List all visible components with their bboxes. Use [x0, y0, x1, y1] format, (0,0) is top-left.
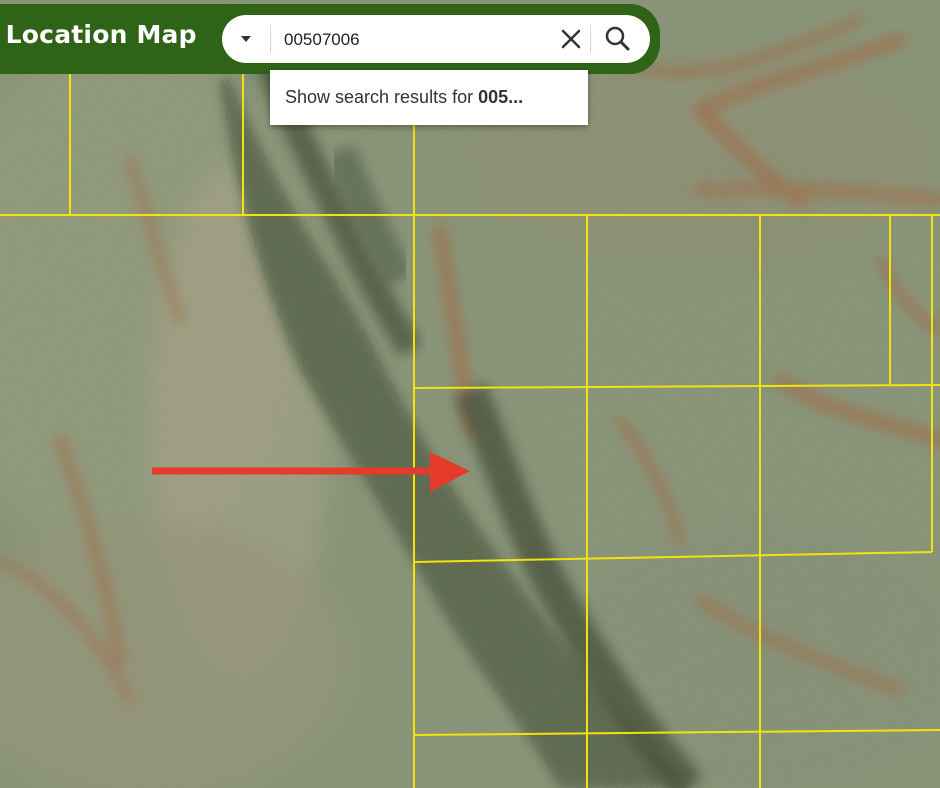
close-icon — [561, 29, 581, 49]
caret-down-icon — [241, 36, 251, 42]
search-suggestions: Show search results for 005... — [270, 70, 588, 125]
clear-search-button[interactable] — [556, 24, 586, 54]
search-source-dropdown[interactable] — [222, 15, 270, 63]
search-button[interactable] — [602, 23, 634, 55]
search-input[interactable] — [282, 23, 546, 57]
app-title: l Location Map — [0, 20, 197, 49]
search-icon — [605, 26, 630, 51]
suggestion-show-results[interactable]: Show search results for 005... — [285, 87, 523, 108]
suggestion-query: 005... — [478, 87, 524, 107]
suggestion-prefix: Show search results for — [285, 87, 479, 107]
divider — [590, 25, 591, 53]
divider — [270, 25, 271, 53]
search-box — [222, 15, 650, 63]
